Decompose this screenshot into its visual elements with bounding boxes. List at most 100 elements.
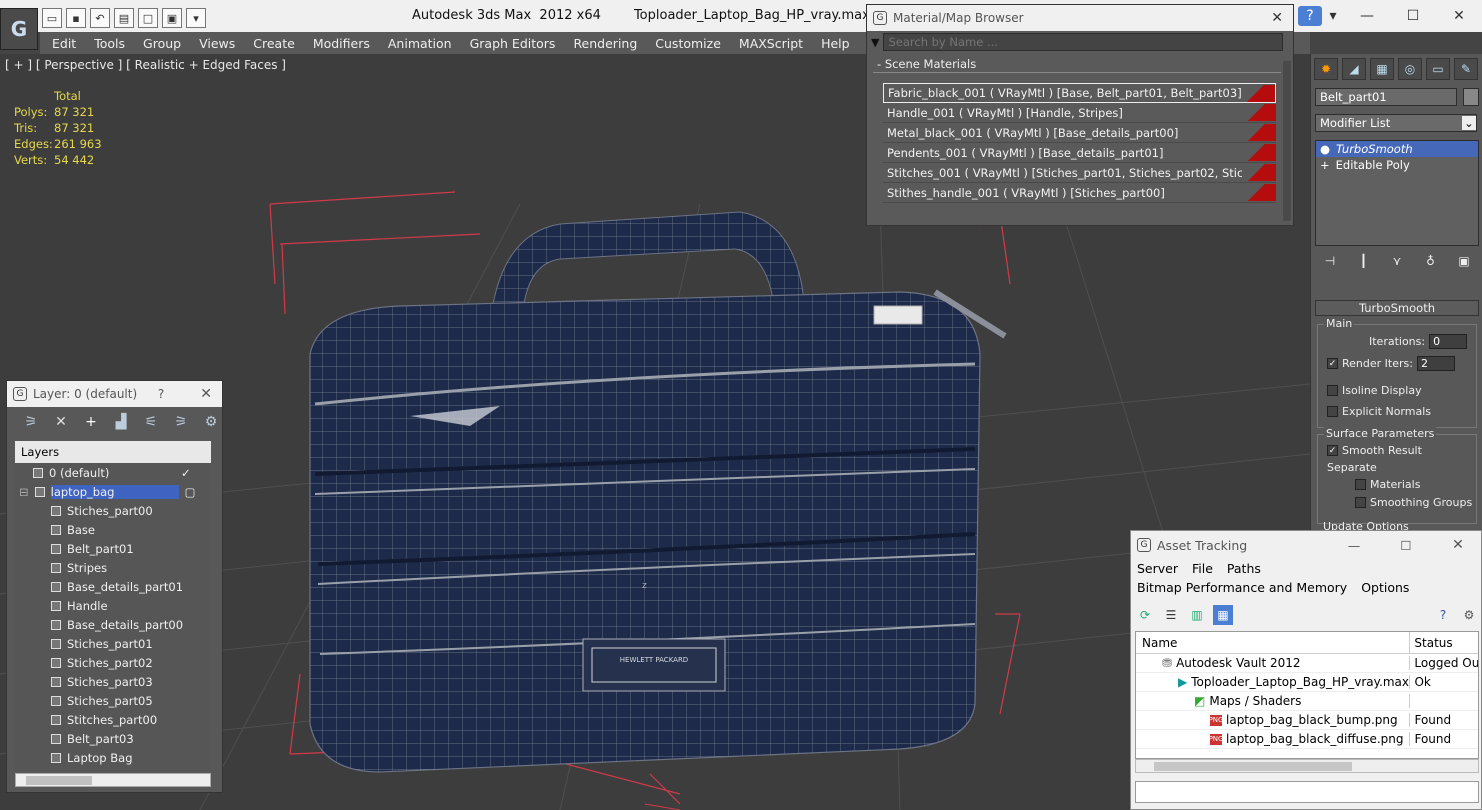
asset-table-horizontal-scrollbar[interactable] (1135, 759, 1479, 773)
scrollbar-thumb[interactable] (1154, 762, 1352, 771)
display-tab-icon[interactable]: ▭ (1426, 58, 1450, 80)
expand-plus-icon[interactable]: + (1320, 158, 1330, 172)
layer-object-row[interactable]: Stiches_part03 (15, 672, 211, 691)
menu-file[interactable]: File (1192, 559, 1213, 578)
help-icon[interactable]: ? (158, 387, 164, 401)
menu-server[interactable]: Server (1137, 559, 1178, 578)
layer-object-row[interactable]: Handle (15, 596, 211, 615)
viewport-label[interactable]: [ + ] [ Perspective ] [ Realistic + Edge… (5, 58, 286, 72)
menu-rendering[interactable]: Rendering (573, 36, 646, 51)
maximize-icon[interactable]: ☐ (1390, 0, 1436, 32)
menu-views[interactable]: Views (199, 36, 244, 51)
layer-object-row[interactable]: Stiches_part01 (15, 634, 211, 653)
maximize-icon[interactable]: ☐ (1383, 538, 1429, 553)
menu-animation[interactable]: Animation (388, 36, 461, 51)
layer-object-row[interactable]: Stitches_part00 (15, 710, 211, 729)
menu-tools[interactable]: Tools (94, 36, 134, 51)
material-item[interactable]: Fabric_black_001 ( VRayMtl ) [Base, Belt… (883, 83, 1276, 103)
hold-icon[interactable]: ▤ (114, 8, 134, 28)
close-icon[interactable]: ✕ (200, 386, 212, 402)
menu-group[interactable]: Group (143, 36, 190, 51)
layer-object-row[interactable]: Stiches_part05 (15, 691, 211, 710)
new-scene-icon[interactable]: □ (138, 8, 158, 28)
material-item[interactable]: Stitches_001 ( VRayMtl ) [Stiches_part01… (883, 163, 1276, 183)
open-folder-icon[interactable]: ▭ (42, 8, 62, 28)
asset-row[interactable]: ◩ Maps / Shaders (1136, 692, 1478, 711)
app-logo-icon[interactable]: G (0, 8, 38, 50)
column-name-header[interactable]: Name (1136, 632, 1411, 653)
smooth-result-checkbox[interactable]: ✓ (1327, 445, 1338, 456)
show-end-result-icon[interactable]: ┃ (1355, 252, 1373, 270)
material-item[interactable]: Pendents_001 ( VRayMtl ) [Base_details_p… (883, 143, 1276, 163)
select-objects-icon[interactable]: ▟ (111, 412, 131, 432)
menu-paths[interactable]: Paths (1227, 559, 1261, 578)
hide-all-icon[interactable]: ⚞ (171, 412, 191, 432)
material-item[interactable]: Metal_black_001 ( VRayMtl ) [Base_detail… (883, 123, 1276, 143)
modifier-list-dropdown[interactable]: Modifier List ⌄ (1315, 114, 1477, 132)
lightbulb-icon[interactable]: ● (1320, 142, 1330, 156)
layer-object-row[interactable]: Belt_part03 (15, 729, 211, 748)
minimize-icon[interactable]: — (1344, 0, 1390, 32)
stack-item-turbosmooth[interactable]: ● TurboSmooth (1316, 141, 1478, 157)
make-unique-icon[interactable]: ⋎ (1388, 252, 1406, 270)
current-layer-checkmark-icon[interactable]: ✓ (181, 466, 191, 480)
pin-stack-icon[interactable]: ⊣ (1321, 252, 1339, 270)
explicit-normals-checkbox[interactable] (1327, 406, 1338, 417)
dropdown-arrow-icon[interactable]: ▾ (186, 8, 206, 28)
material-list-scrollbar[interactable] (1283, 61, 1291, 221)
close-icon[interactable]: ✕ (1436, 0, 1482, 32)
table-view-icon[interactable]: ▦ (1213, 605, 1233, 625)
create-layer-icon[interactable]: ⚞ (21, 412, 41, 432)
asset-row[interactable]: ▶ Toploader_Laptop_Bag_HP_vray.max Ok (1136, 673, 1478, 692)
freeze-all-icon[interactable]: ⚙ (201, 412, 221, 432)
layers-column-header[interactable]: Layers (15, 441, 211, 463)
modify-tab-icon[interactable]: ◢ (1342, 58, 1366, 80)
collapse-icon[interactable]: ⊟ (19, 485, 29, 499)
asset-row[interactable]: ⛃ Autodesk Vault 2012 Logged Out (1136, 654, 1478, 673)
smoothing-groups-checkbox[interactable] (1355, 497, 1366, 508)
menu-modifiers[interactable]: Modifiers (313, 36, 379, 51)
add-to-layer-icon[interactable]: + (81, 412, 101, 432)
settings-icon[interactable]: ⚙ (1459, 605, 1479, 625)
layer-row-default[interactable]: 0 (default) ✓ (15, 463, 211, 482)
layer-object-row[interactable]: Stripes (15, 558, 211, 577)
layer-object-row[interactable]: Base_details_part01 (15, 577, 211, 596)
object-color-swatch[interactable] (1463, 88, 1479, 106)
object-name-input[interactable] (1315, 88, 1457, 106)
help-icon[interactable]: ? (1433, 605, 1453, 625)
layer-object-row[interactable]: Base (15, 520, 211, 539)
stack-item-editable-poly[interactable]: + Editable Poly (1316, 157, 1478, 173)
configure-modifier-sets-icon[interactable]: ▣ (1455, 252, 1473, 270)
isoline-display-checkbox[interactable] (1327, 385, 1338, 396)
materials-checkbox[interactable] (1355, 479, 1366, 490)
menu-graph-editors[interactable]: Graph Editors (470, 36, 565, 51)
minimize-icon[interactable]: — (1331, 538, 1377, 553)
close-icon[interactable]: ✕ (1271, 10, 1283, 26)
layer-list-horizontal-scrollbar[interactable] (15, 773, 211, 787)
undo-icon[interactable]: ↶ (90, 8, 110, 28)
menu-help[interactable]: Help (821, 36, 859, 51)
material-item[interactable]: Stithes_handle_001 ( VRayMtl ) [Stiches_… (883, 183, 1276, 203)
render-iters-checkbox[interactable]: ✓ (1327, 358, 1338, 369)
iterations-spinner[interactable]: 0 (1429, 334, 1468, 349)
list-view-icon[interactable]: ☰ (1161, 605, 1181, 625)
menu-create[interactable]: Create (253, 36, 304, 51)
highlight-layer-icon[interactable]: ⚟ (141, 412, 161, 432)
help-dropdown-icon[interactable]: ▾ (1322, 0, 1344, 32)
material-item[interactable]: Handle_001 ( VRayMtl ) [Handle, Stripes] (883, 103, 1276, 123)
delete-layer-icon[interactable]: ✕ (51, 412, 71, 432)
layer-object-row[interactable]: Base_details_part00 (15, 615, 211, 634)
refresh-icon[interactable]: ⟳ (1135, 605, 1155, 625)
menu-options[interactable]: Options (1361, 578, 1409, 597)
layer-object-row[interactable]: Stiches_part02 (15, 653, 211, 672)
layer-row-laptop-bag[interactable]: ⊟ laptop_bag ▢ (15, 482, 211, 501)
material-search-input[interactable] (883, 33, 1284, 51)
scrollbar-thumb[interactable] (26, 776, 92, 785)
thumbnail-view-icon[interactable]: ▥ (1187, 605, 1207, 625)
turbosmooth-rollout-header[interactable]: TurboSmooth (1315, 300, 1479, 316)
close-icon[interactable]: ✕ (1435, 537, 1481, 553)
save-icon[interactable]: ▪ (66, 8, 86, 28)
hierarchy-tab-icon[interactable]: ▦ (1370, 58, 1394, 80)
menu-customize[interactable]: Customize (655, 36, 730, 51)
search-options-icon[interactable]: ▼ (871, 36, 879, 49)
